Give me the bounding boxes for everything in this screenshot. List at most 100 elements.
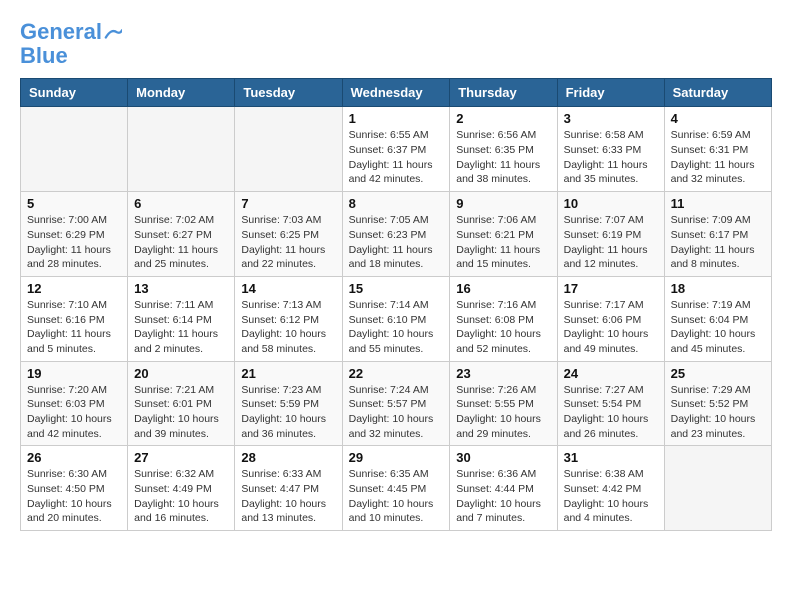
day-info: Sunrise: 7:23 AM Sunset: 5:59 PM Dayligh… xyxy=(241,383,335,442)
logo-blue: Blue xyxy=(20,43,68,68)
weekday-header-saturday: Saturday xyxy=(664,79,771,107)
day-info: Sunrise: 7:27 AM Sunset: 5:54 PM Dayligh… xyxy=(564,383,658,442)
day-info: Sunrise: 6:38 AM Sunset: 4:42 PM Dayligh… xyxy=(564,467,658,526)
calendar-cell: 23 Sunrise: 7:26 AM Sunset: 5:55 PM Dayli… xyxy=(450,361,557,446)
calendar-cell xyxy=(21,107,128,192)
day-info: Sunrise: 6:33 AM Sunset: 4:47 PM Dayligh… xyxy=(241,467,335,526)
day-number: 27 xyxy=(134,450,228,465)
day-number: 18 xyxy=(671,281,765,296)
calendar-week-row: 1Sunrise: 6:55 AM Sunset: 6:37 PM Daylig… xyxy=(21,107,772,192)
day-number: 3 xyxy=(564,111,658,126)
day-info: Sunrise: 7:21 AM Sunset: 6:01 PM Dayligh… xyxy=(134,383,228,442)
calendar-cell: 27 Sunrise: 6:32 AM Sunset: 4:49 PM Dayli… xyxy=(128,446,235,531)
day-number: 26 xyxy=(27,450,121,465)
day-number: 11 xyxy=(671,196,765,211)
calendar-week-row: 19Sunrise: 7:20 AM Sunset: 6:03 PM Dayli… xyxy=(21,361,772,446)
weekday-header-row: SundayMondayTuesdayWednesdayThursdayFrid… xyxy=(21,79,772,107)
calendar-cell: 5 Sunrise: 7:00 AM Sunset: 6:29 PM Daylig… xyxy=(21,192,128,277)
day-info: Sunrise: 6:30 AM Sunset: 4:50 PM Dayligh… xyxy=(27,467,121,526)
calendar-cell: 3 Sunrise: 6:58 AM Sunset: 6:33 PM Daylig… xyxy=(557,107,664,192)
day-info: Sunrise: 7:10 AM Sunset: 6:16 PM Dayligh… xyxy=(27,298,121,357)
calendar-cell: 24Sunrise: 7:27 AM Sunset: 5:54 PM Dayli… xyxy=(557,361,664,446)
day-number: 23 xyxy=(456,366,550,381)
day-info: Sunrise: 7:05 AM Sunset: 6:23 PM Dayligh… xyxy=(349,213,444,272)
calendar-cell: 25 Sunrise: 7:29 AM Sunset: 5:52 PM Dayli… xyxy=(664,361,771,446)
calendar-cell: 14 Sunrise: 7:13 AM Sunset: 6:12 PM Dayli… xyxy=(235,276,342,361)
calendar-cell: 29 Sunrise: 6:35 AM Sunset: 4:45 PM Dayli… xyxy=(342,446,450,531)
weekday-header-tuesday: Tuesday xyxy=(235,79,342,107)
day-number: 9 xyxy=(456,196,550,211)
day-info: Sunrise: 7:26 AM Sunset: 5:55 PM Dayligh… xyxy=(456,383,550,442)
day-number: 31 xyxy=(564,450,658,465)
logo-bird-icon xyxy=(104,26,122,40)
day-info: Sunrise: 7:07 AM Sunset: 6:19 PM Dayligh… xyxy=(564,213,658,272)
calendar-cell: 16 Sunrise: 7:16 AM Sunset: 6:08 PM Dayli… xyxy=(450,276,557,361)
calendar-cell xyxy=(235,107,342,192)
calendar-cell: 28 Sunrise: 6:33 AM Sunset: 4:47 PM Dayli… xyxy=(235,446,342,531)
calendar-cell: 11Sunrise: 7:09 AM Sunset: 6:17 PM Dayli… xyxy=(664,192,771,277)
calendar-cell xyxy=(664,446,771,531)
calendar-cell xyxy=(128,107,235,192)
day-number: 21 xyxy=(241,366,335,381)
day-info: Sunrise: 7:13 AM Sunset: 6:12 PM Dayligh… xyxy=(241,298,335,357)
day-number: 17 xyxy=(564,281,658,296)
calendar-cell: 12Sunrise: 7:10 AM Sunset: 6:16 PM Dayli… xyxy=(21,276,128,361)
day-info: Sunrise: 7:14 AM Sunset: 6:10 PM Dayligh… xyxy=(349,298,444,357)
logo-general: General xyxy=(20,19,102,44)
day-info: Sunrise: 6:36 AM Sunset: 4:44 PM Dayligh… xyxy=(456,467,550,526)
day-info: Sunrise: 7:20 AM Sunset: 6:03 PM Dayligh… xyxy=(27,383,121,442)
day-number: 30 xyxy=(456,450,550,465)
calendar-cell: 15Sunrise: 7:14 AM Sunset: 6:10 PM Dayli… xyxy=(342,276,450,361)
day-info: Sunrise: 7:11 AM Sunset: 6:14 PM Dayligh… xyxy=(134,298,228,357)
day-number: 13 xyxy=(134,281,228,296)
day-info: Sunrise: 7:00 AM Sunset: 6:29 PM Dayligh… xyxy=(27,213,121,272)
day-info: Sunrise: 6:32 AM Sunset: 4:49 PM Dayligh… xyxy=(134,467,228,526)
calendar-cell: 4 Sunrise: 6:59 AM Sunset: 6:31 PM Daylig… xyxy=(664,107,771,192)
weekday-header-wednesday: Wednesday xyxy=(342,79,450,107)
calendar-week-row: 5 Sunrise: 7:00 AM Sunset: 6:29 PM Daylig… xyxy=(21,192,772,277)
day-info: Sunrise: 7:03 AM Sunset: 6:25 PM Dayligh… xyxy=(241,213,335,272)
calendar-week-row: 26 Sunrise: 6:30 AM Sunset: 4:50 PM Dayli… xyxy=(21,446,772,531)
calendar-cell: 7 Sunrise: 7:03 AM Sunset: 6:25 PM Daylig… xyxy=(235,192,342,277)
day-number: 14 xyxy=(241,281,335,296)
day-number: 28 xyxy=(241,450,335,465)
calendar-cell: 10 Sunrise: 7:07 AM Sunset: 6:19 PM Dayli… xyxy=(557,192,664,277)
day-number: 7 xyxy=(241,196,335,211)
calendar-cell: 26 Sunrise: 6:30 AM Sunset: 4:50 PM Dayli… xyxy=(21,446,128,531)
day-number: 16 xyxy=(456,281,550,296)
logo: General Blue xyxy=(20,20,122,68)
day-number: 29 xyxy=(349,450,444,465)
day-number: 10 xyxy=(564,196,658,211)
day-number: 25 xyxy=(671,366,765,381)
calendar-cell: 18 Sunrise: 7:19 AM Sunset: 6:04 PM Dayli… xyxy=(664,276,771,361)
calendar-week-row: 12Sunrise: 7:10 AM Sunset: 6:16 PM Dayli… xyxy=(21,276,772,361)
day-number: 4 xyxy=(671,111,765,126)
weekday-header-thursday: Thursday xyxy=(450,79,557,107)
calendar-cell: 19Sunrise: 7:20 AM Sunset: 6:03 PM Dayli… xyxy=(21,361,128,446)
day-info: Sunrise: 6:58 AM Sunset: 6:33 PM Dayligh… xyxy=(564,128,658,187)
day-number: 5 xyxy=(27,196,121,211)
day-number: 2 xyxy=(456,111,550,126)
calendar-cell: 30 Sunrise: 6:36 AM Sunset: 4:44 PM Dayli… xyxy=(450,446,557,531)
calendar-cell: 1Sunrise: 6:55 AM Sunset: 6:37 PM Daylig… xyxy=(342,107,450,192)
day-number: 20 xyxy=(134,366,228,381)
day-info: Sunrise: 7:16 AM Sunset: 6:08 PM Dayligh… xyxy=(456,298,550,357)
weekday-header-friday: Friday xyxy=(557,79,664,107)
day-info: Sunrise: 6:56 AM Sunset: 6:35 PM Dayligh… xyxy=(456,128,550,187)
day-number: 22 xyxy=(349,366,444,381)
day-info: Sunrise: 6:59 AM Sunset: 6:31 PM Dayligh… xyxy=(671,128,765,187)
calendar-cell: 17 Sunrise: 7:17 AM Sunset: 6:06 PM Dayli… xyxy=(557,276,664,361)
day-info: Sunrise: 7:02 AM Sunset: 6:27 PM Dayligh… xyxy=(134,213,228,272)
weekday-header-sunday: Sunday xyxy=(21,79,128,107)
calendar-cell: 20 Sunrise: 7:21 AM Sunset: 6:01 PM Dayli… xyxy=(128,361,235,446)
day-info: Sunrise: 7:06 AM Sunset: 6:21 PM Dayligh… xyxy=(456,213,550,272)
day-info: Sunrise: 7:29 AM Sunset: 5:52 PM Dayligh… xyxy=(671,383,765,442)
day-info: Sunrise: 7:24 AM Sunset: 5:57 PM Dayligh… xyxy=(349,383,444,442)
day-info: Sunrise: 7:17 AM Sunset: 6:06 PM Dayligh… xyxy=(564,298,658,357)
day-info: Sunrise: 7:19 AM Sunset: 6:04 PM Dayligh… xyxy=(671,298,765,357)
day-info: Sunrise: 6:55 AM Sunset: 6:37 PM Dayligh… xyxy=(349,128,444,187)
calendar-cell: 2 Sunrise: 6:56 AM Sunset: 6:35 PM Daylig… xyxy=(450,107,557,192)
weekday-header-monday: Monday xyxy=(128,79,235,107)
day-info: Sunrise: 6:35 AM Sunset: 4:45 PM Dayligh… xyxy=(349,467,444,526)
calendar-cell: 22 Sunrise: 7:24 AM Sunset: 5:57 PM Dayli… xyxy=(342,361,450,446)
